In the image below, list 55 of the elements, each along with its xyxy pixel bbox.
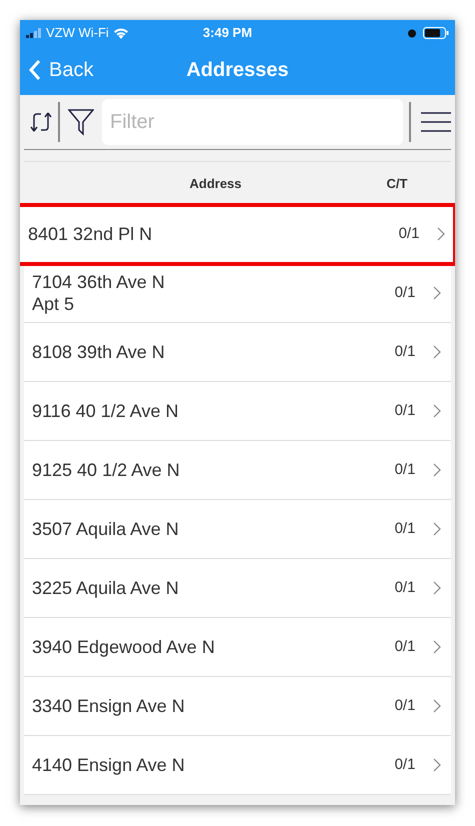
menu-button[interactable] [409,102,451,142]
address-row[interactable]: 8401 32nd Pl N 0/1 [20,205,455,264]
address-row[interactable]: 3940 Edgewood Ave N 0/1 [24,618,451,677]
address-row[interactable]: 3507 Aquila Ave N 0/1 [24,500,451,559]
address-row[interactable]: 3225 Aquila Ave N 0/1 [24,559,451,618]
address-text: 9116 40 1/2 Ave N [32,400,180,422]
carrier-label: VZW Wi-Fi [46,24,109,42]
count-text: 0/1 [394,518,416,539]
chevron-right-icon [433,345,441,359]
address-text: Apt 5 [32,293,76,315]
address-text: 8401 32nd Pl N [28,223,154,245]
address-row[interactable]: 9125 40 1/2 Ave N 0/1 [24,441,451,500]
address-row[interactable]: 4140 Ensign Ave N 0/1 [24,736,451,795]
address-row[interactable]: 9116 40 1/2 Ave N 0/1 [24,382,451,441]
alarm-icon [407,28,417,38]
funnel-icon [68,108,94,136]
address-row[interactable]: 3340 Ensign Ave N 0/1 [24,677,451,736]
signal-icon [26,28,42,38]
menu-icon [419,111,451,133]
address-row[interactable]: 8108 39th Ave N 0/1 [24,323,451,382]
address-text: 3940 Edgewood Ave N [32,636,216,658]
count-text: 0/1 [394,696,416,716]
address-text: 4140 Ensign Ave N [32,754,186,776]
column-header: Address [188,174,243,193]
chevron-right-icon [433,404,441,418]
battery-icon [423,26,449,38]
chevron-right-icon [433,463,441,477]
count-text: 0/1 [398,224,420,244]
chevron-right-icon [433,640,441,654]
count-text: 0/1 [394,754,416,775]
count-text: 0/1 [394,636,416,657]
wifi-icon [112,26,129,38]
chevron-right-icon [433,522,441,536]
filter-field[interactable]: Filter [102,99,403,145]
count-text: 0/1 [394,282,416,303]
count-text: 0/1 [394,578,416,598]
chevron-right-icon [433,699,441,713]
address-row[interactable]: 7104 36th Ave N Apt 5 0/1 [24,264,451,323]
chevron-right-icon [433,758,441,772]
address-text: 3507 Aquila Ave N [32,518,180,540]
address-text: 3340 Ensign Ave N [32,695,186,717]
count-text: 0/1 [394,460,416,480]
chevron-right-icon [437,227,445,241]
address-text: 3225 Aquila Ave N [32,577,180,599]
address-text: 7104 36th Ave N [32,271,166,293]
clock-label: 3:49 PM [202,24,254,42]
count-text: 0/1 [394,400,416,421]
count-text: 0/1 [394,342,416,362]
chevron-right-icon [433,286,441,300]
address-text: 9125 40 1/2 Ave N [32,459,181,481]
chevron-left-icon [28,59,41,81]
address-text: 8108 39th Ave N [32,341,166,363]
column-header: C/T [386,174,408,193]
chevron-right-icon [433,581,441,595]
page-title: Addresses [186,58,289,83]
